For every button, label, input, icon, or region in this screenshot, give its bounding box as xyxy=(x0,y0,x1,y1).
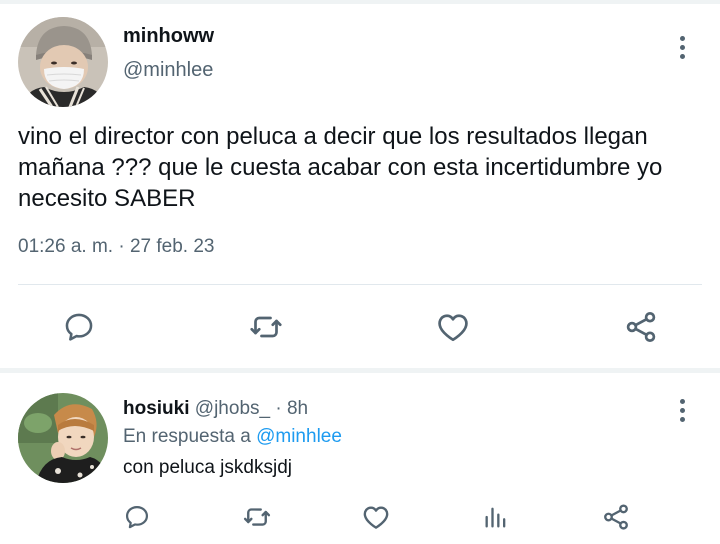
more-dot xyxy=(679,407,685,413)
reply-to-mention[interactable]: @minhlee xyxy=(256,426,342,447)
reply-reply-button[interactable] xyxy=(117,497,157,537)
more-options-icon[interactable] xyxy=(670,32,694,62)
more-dot xyxy=(679,398,685,404)
meta-separator: · xyxy=(113,236,130,257)
author-handle[interactable]: @minhlee xyxy=(123,59,213,82)
reply-author-name[interactable]: hosiuki xyxy=(123,398,190,419)
more-dot xyxy=(679,44,685,50)
share-button[interactable] xyxy=(621,307,661,347)
reply-to-label: En respuesta a xyxy=(123,426,257,447)
reply-share-button[interactable] xyxy=(596,497,636,537)
like-button[interactable] xyxy=(433,307,473,347)
reply-author-handle[interactable]: @jhobs_ xyxy=(195,398,270,419)
more-dot xyxy=(679,35,685,41)
retweet-button[interactable] xyxy=(246,307,286,347)
main-tweet: minhoww @minhlee vino el director con pe… xyxy=(0,0,720,372)
masked-person-avatar-image xyxy=(18,17,108,107)
reply-icon xyxy=(125,505,149,529)
retweet-icon xyxy=(243,508,271,526)
tweet-time: 01:26 a. m. xyxy=(18,236,114,257)
tweet-date: 27 feb. 23 xyxy=(129,236,215,257)
reply-time[interactable]: 8h xyxy=(287,398,308,419)
reply-author-avatar[interactable] xyxy=(18,393,108,483)
author-name[interactable]: minhoww xyxy=(123,25,214,48)
reply-more-options-icon[interactable] xyxy=(670,395,694,425)
retweet-icon xyxy=(250,316,282,338)
author-avatar[interactable] xyxy=(18,17,108,107)
person-avatar-image xyxy=(18,393,108,483)
tweet-text: vino el director con peluca a decir que … xyxy=(18,123,663,212)
tweet-timestamp[interactable]: 01:26 a. m. · 27 feb. 23 xyxy=(18,236,214,258)
reply-dot-separator: · xyxy=(270,398,287,419)
reply-context: En respuesta a @minhlee xyxy=(123,426,342,448)
section-separator xyxy=(0,368,720,373)
like-icon xyxy=(438,314,468,342)
reply-header: hosiuki @jhobs_ · 8h xyxy=(123,398,308,420)
divider xyxy=(18,284,702,285)
reply-button[interactable] xyxy=(59,307,99,347)
share-icon xyxy=(626,312,656,342)
reply-like-button[interactable] xyxy=(356,497,396,537)
reply-icon xyxy=(65,313,93,341)
share-icon xyxy=(604,504,628,530)
reply-views-button[interactable] xyxy=(476,497,516,537)
more-dot xyxy=(679,53,685,59)
views-icon xyxy=(485,507,506,528)
reply-retweet-button[interactable] xyxy=(237,497,277,537)
like-icon xyxy=(363,506,389,529)
more-dot xyxy=(679,416,685,422)
reply-text: con peluca jskdksjdj xyxy=(123,457,292,478)
